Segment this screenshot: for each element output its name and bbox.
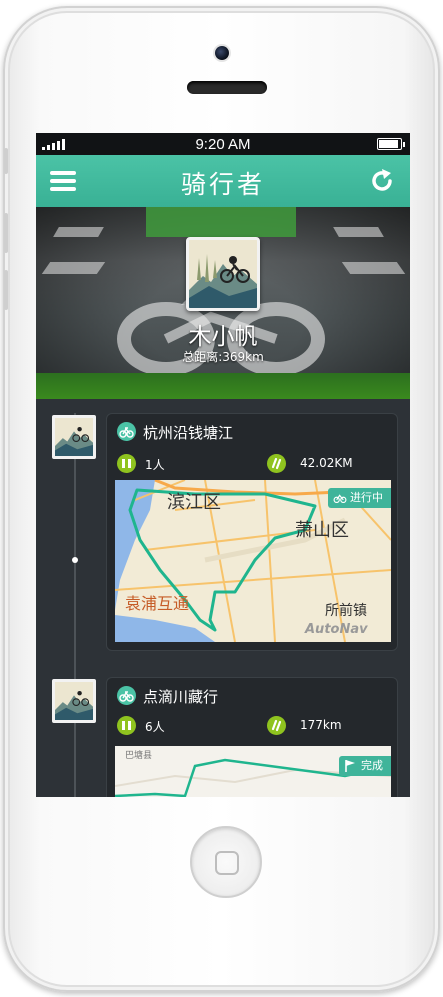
volume-up-button: [4, 213, 8, 253]
people-icon: [117, 454, 136, 473]
road-stripe: [41, 262, 106, 274]
hero-green-strip: [36, 373, 410, 399]
bike-icon: [117, 686, 136, 705]
app-screen: 9:20 AM 骑行者 木小帆 总距离:369km 杭州沿钱塘江 1人 42.0…: [36, 133, 410, 797]
road-stripe: [341, 262, 406, 274]
volume-down-button: [4, 270, 8, 310]
ride-timeline: 杭州沿钱塘江 1人 42.02KM 滨江区 萧山区 袁浦互通 所前镇 AutoN…: [36, 399, 410, 797]
map-brand: AutoNav: [305, 622, 368, 637]
map-label: 袁浦互通: [125, 594, 190, 613]
status-time: 9:20 AM: [195, 136, 251, 153]
status-label: 完成: [361, 759, 383, 772]
user-avatar[interactable]: [186, 237, 260, 311]
earpiece-speaker: [187, 81, 267, 94]
battery-icon: [377, 138, 405, 150]
status-label: 进行中: [350, 491, 383, 504]
status-bar: 9:20 AM: [36, 133, 410, 155]
ride-people: 6人: [145, 720, 165, 734]
hero-green-lane: [146, 207, 296, 237]
mute-switch: [4, 148, 8, 174]
road-stripe: [333, 227, 384, 237]
ride-distance: 42.02KM: [300, 456, 353, 470]
timeline-dot: [72, 557, 78, 563]
page-title: 骑行者: [180, 170, 265, 199]
route-map[interactable]: 滨江区 萧山区 袁浦互通 所前镇 AutoNav 进行中: [115, 480, 391, 642]
status-tag[interactable]: 进行中: [328, 488, 391, 508]
bike-icon: [117, 422, 136, 441]
ride-card[interactable]: 杭州沿钱塘江 1人 42.02KM 滨江区 萧山区 袁浦互通 所前镇 AutoN…: [106, 413, 398, 651]
ride-avatar[interactable]: [52, 679, 96, 723]
home-button[interactable]: [190, 826, 262, 898]
user-name: 木小帆: [188, 324, 258, 350]
route-map[interactable]: 巴塘县 完成: [115, 746, 391, 797]
status-tag[interactable]: 完成: [339, 756, 391, 776]
map-label: 巴塘县: [125, 751, 153, 761]
map-label: 滨江区: [167, 492, 221, 513]
distance-icon: [267, 716, 286, 735]
ride-card[interactable]: 点滴川藏行 6人 177km 巴塘县 完成: [106, 677, 398, 797]
profile-hero: 木小帆 总距离:369km: [36, 207, 410, 399]
map-label: 所前镇: [325, 603, 367, 619]
nav-bar: 骑行者: [36, 155, 410, 207]
map-label: 萧山区: [295, 520, 349, 541]
flag-icon: [345, 760, 355, 772]
distance-icon: [267, 454, 286, 473]
ride-title: 杭州沿钱塘江: [143, 424, 234, 442]
people-icon: [117, 716, 136, 735]
bike-icon: [333, 494, 347, 504]
timeline-line: [74, 413, 76, 797]
total-distance: 总距离:369km: [182, 350, 264, 364]
refresh-icon[interactable]: [368, 167, 396, 195]
ride-avatar[interactable]: [52, 415, 96, 459]
ride-title: 点滴川藏行: [143, 688, 219, 706]
road-stripe: [53, 227, 104, 237]
ride-distance: 177km: [300, 718, 342, 732]
ride-people: 1人: [145, 458, 165, 472]
front-camera: [215, 46, 229, 60]
